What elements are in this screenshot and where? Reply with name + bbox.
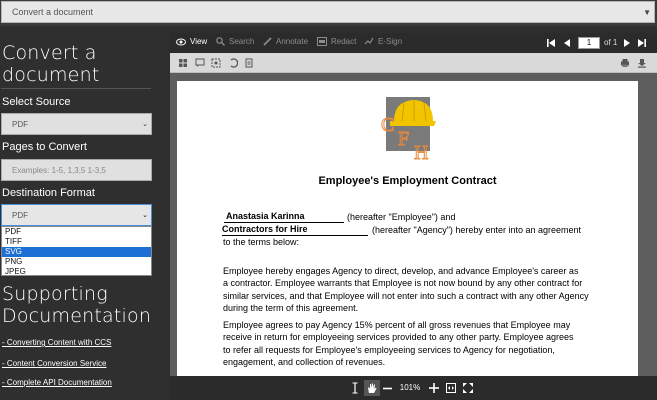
next-page-icon[interactable]: [622, 37, 632, 49]
document-title: Employee's Employment Contract: [318, 175, 497, 187]
search-icon: [216, 37, 225, 46]
paragraph-line: Employee hereby engages Agency to direct…: [223, 266, 579, 276]
print-icon[interactable]: [620, 58, 630, 68]
rotate-icon[interactable]: [228, 58, 238, 68]
dropdown-option-tiff[interactable]: TIFF: [2, 237, 151, 247]
demo-select-value: Convert a document: [12, 7, 94, 17]
destination-label: Destination Format: [2, 187, 95, 199]
document-page: C F H Employee's Employment Contract Ana…: [177, 81, 638, 376]
source-select-value: PDF: [12, 120, 28, 129]
dropdown-option-png[interactable]: PNG: [2, 257, 151, 267]
esign-icon: [364, 37, 374, 45]
left-panel: Convert a document Select Source PDF ⌄ P…: [0, 26, 168, 400]
paragraph-line: a contractor. Employee warrants that Emp…: [223, 278, 583, 289]
employee-suffix: (hereafter "Employee") and: [347, 212, 456, 222]
paragraph-line: similar services, and that Employee will…: [223, 290, 589, 301]
first-page-icon[interactable]: [546, 37, 556, 49]
terms-line: to the terms below:: [223, 237, 300, 247]
agency-suffix: (hereafter "Agency") hereby enter into a…: [372, 225, 582, 235]
divider: [1, 88, 151, 89]
company-logo: C F H: [381, 97, 436, 161]
paragraph-2: Employee agrees to pay Agency 15% percen…: [223, 319, 603, 369]
select-source-label: Select Source: [2, 96, 71, 108]
supporting-heading: Supporting Documentation: [2, 283, 152, 327]
zoom-level[interactable]: 101%: [396, 382, 424, 394]
tab-view-label: View: [190, 37, 208, 46]
paragraph-line: during the term of this agreement.: [223, 303, 359, 314]
tab-search[interactable]: Search: [216, 37, 254, 46]
dropdown-option-pdf[interactable]: PDF: [2, 227, 151, 237]
redact-icon: [317, 37, 327, 46]
destination-dropdown: PDF TIFF SVG PNG JPEG: [1, 226, 152, 276]
fullscreen-icon[interactable]: [463, 383, 473, 393]
tab-annotate[interactable]: Annotate: [263, 37, 308, 46]
chevron-down-icon: ▼: [643, 8, 651, 17]
chevron-down-icon: ⌄: [142, 121, 148, 128]
paragraph-line: receive in return for employeeing servic…: [223, 332, 574, 343]
tab-esign-label: E-Sign: [378, 37, 403, 46]
tab-redact[interactable]: Redact: [317, 37, 356, 46]
document-icon[interactable]: [244, 58, 254, 68]
link-api-documentation[interactable]: - Complete API Documentation: [2, 378, 112, 387]
zoom-out-icon[interactable]: [383, 384, 392, 393]
tab-view[interactable]: View: [176, 37, 207, 46]
paragraph-line: engagement, and collection of revenues.: [223, 357, 386, 368]
demo-select[interactable]: Convert a document ▼: [1, 1, 655, 23]
hand-icon: [368, 383, 377, 393]
top-bar: Convert a document ▼: [0, 0, 657, 26]
agency-name-field[interactable]: Contractors for Hire: [222, 224, 368, 236]
tab-search-label: Search: [229, 37, 255, 46]
chevron-down-icon: ⌄: [142, 212, 148, 219]
logo-letter-c: C: [381, 114, 394, 136]
logo-letter-f: F: [398, 128, 409, 150]
thumbnails-icon[interactable]: [178, 58, 188, 68]
select-area-icon[interactable]: [211, 58, 221, 68]
tab-annotate-label: Annotate: [276, 37, 309, 46]
zoom-in-icon[interactable]: [429, 383, 439, 393]
text-select-icon[interactable]: [351, 382, 359, 394]
dropdown-option-svg[interactable]: SVG: [2, 247, 151, 257]
viewer-main-toolbar: View Search Annotate Redact E-Sign 1 of …: [170, 33, 657, 53]
paragraph-line: to refer all requests for Employee's emp…: [223, 344, 555, 355]
eye-icon: [176, 38, 186, 45]
fit-width-icon[interactable]: [446, 383, 456, 393]
viewer-bottom-toolbar: 101%: [170, 376, 657, 400]
pencil-icon: [263, 37, 272, 46]
destination-select-value: PDF: [12, 211, 28, 220]
pages-input[interactable]: Examples: 1-5, 1,3,5 1-3,5: [1, 159, 152, 181]
comments-icon[interactable]: [195, 58, 205, 68]
pan-tool-button[interactable]: [364, 380, 380, 396]
page-title: Convert a document: [2, 42, 100, 86]
last-page-icon[interactable]: [637, 37, 647, 49]
page-count: of 1: [604, 38, 618, 47]
pages-label: Pages to Convert: [2, 141, 87, 153]
dropdown-option-jpeg[interactable]: JPEG: [2, 267, 151, 277]
paragraph-line: Employee agrees to pay Agency 15% percen…: [223, 320, 571, 330]
document-viewer: View Search Annotate Redact E-Sign 1 of …: [170, 33, 657, 400]
employee-name-field[interactable]: Anastasia Karinna: [224, 211, 344, 223]
tab-esign[interactable]: E-Sign: [364, 37, 402, 46]
download-icon[interactable]: [637, 58, 647, 68]
viewer-secondary-toolbar: [170, 53, 657, 73]
page-number-input[interactable]: 1: [578, 37, 600, 49]
tab-redact-label: Redact: [331, 37, 357, 46]
source-select[interactable]: PDF ⌄: [1, 113, 152, 135]
pages-input-placeholder: Examples: 1-5, 1,3,5 1-3,5: [12, 166, 106, 175]
logo-letter-h: H: [414, 142, 428, 161]
destination-select[interactable]: PDF ⌄: [1, 204, 152, 226]
paragraph-1: Employee hereby engages Agency to direct…: [223, 265, 603, 315]
prev-page-icon[interactable]: [562, 37, 572, 49]
link-converting-content[interactable]: - Converting Content with CCS: [2, 338, 111, 347]
link-content-conversion-service[interactable]: - Content Conversion Service: [2, 359, 107, 368]
